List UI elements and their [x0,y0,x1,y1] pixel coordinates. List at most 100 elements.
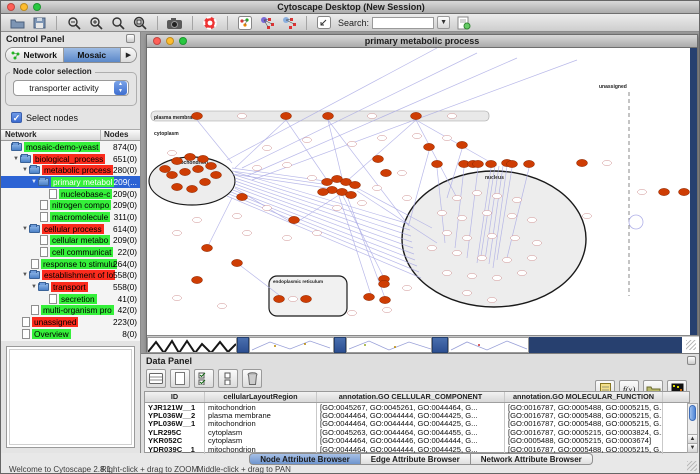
network-node[interactable] [350,181,361,188]
network-node-unselected[interactable] [218,303,227,308]
network-node-unselected[interactable] [233,213,242,218]
network-node-unselected[interactable] [283,162,292,167]
network-node[interactable] [185,153,196,160]
network-node-unselected[interactable] [283,235,292,240]
network-node-unselected[interactable] [583,213,592,218]
new-attribute-icon[interactable] [170,369,190,388]
network-node[interactable] [524,160,535,167]
network-node-unselected[interactable] [398,170,407,175]
network-node-unselected[interactable] [448,113,457,118]
help-icon[interactable] [202,15,218,30]
expand-arrow-icon[interactable]: ▼ [21,226,29,232]
network-node[interactable] [318,188,329,195]
tree-item-biological-process[interactable]: ▼biological_process651(0) [1,153,140,165]
network-edge[interactable] [343,196,384,278]
network-node[interactable] [364,293,375,300]
network-node-unselected[interactable] [373,185,382,190]
network-node[interactable] [411,112,422,119]
attribute-table-header[interactable]: IDcellularLayoutRegionannotation.GO CELL… [145,392,689,403]
network-node[interactable] [473,160,484,167]
tree-item-macromolecule[interactable]: macromolecule311(0) [1,211,140,223]
network-node[interactable] [167,171,178,178]
select-attributes-icon[interactable] [146,369,166,388]
tab-node-attribute-browser[interactable]: Node Attribute Browser [249,453,361,465]
expand-arrow-icon[interactable]: ▼ [21,167,29,173]
expand-arrow-icon[interactable]: ▼ [30,179,38,185]
network-node-unselected[interactable] [313,230,322,235]
network-node-unselected[interactable] [508,213,517,218]
import-icon[interactable] [316,15,332,30]
network-node-unselected[interactable] [263,205,272,210]
tree-item-overview[interactable]: Overview8(0) [1,328,140,340]
network-node[interactable] [192,112,203,119]
network-node-unselected[interactable] [193,217,202,222]
window-resize-corner[interactable] [682,337,699,353]
node-color-dropdown[interactable]: transporter activity ▲▼ [13,80,129,96]
network-node[interactable] [679,188,690,195]
network-node[interactable] [180,168,191,175]
network-node-unselected[interactable] [463,290,472,295]
network-node[interactable] [323,112,334,119]
minimized-window-fragment[interactable] [448,337,529,353]
network-node[interactable] [373,155,384,162]
tab-network[interactable]: Network [6,48,64,62]
tree-item-cell-communicat[interactable]: cell communicat22(0) [1,246,140,258]
network-edge[interactable] [233,190,415,260]
float-panel-icon[interactable] [126,34,135,43]
network-node-unselected[interactable] [513,197,522,202]
network-node[interactable] [281,112,292,119]
tab-overflow-arrow[interactable]: ▶ [121,48,136,62]
network-edge[interactable] [242,53,477,168]
network-node-unselected[interactable] [488,297,497,302]
network-node[interactable] [206,162,217,169]
network-node-unselected[interactable] [428,245,437,250]
tree-header-nodes[interactable]: Nodes [101,130,140,140]
tree-item-unassigned[interactable]: unassigned223(0) [1,316,140,328]
float-panel-icon[interactable] [687,356,696,365]
network-node[interactable] [187,185,198,192]
network-edge[interactable] [235,172,409,224]
tree-item-response-to-stimulu[interactable]: response to stimulu264(0) [1,258,140,270]
network-node[interactable] [202,244,213,251]
tree-item-primary-metabol[interactable]: ▼primary metabol209(... [1,176,140,188]
network-node-unselected[interactable] [603,160,612,165]
network-node[interactable] [507,160,518,167]
zoom-selected-icon[interactable] [110,15,126,30]
tab-network-attribute-browser[interactable]: Network Attribute Browser [471,453,593,465]
network-node-unselected[interactable] [453,195,462,200]
network-node[interactable] [232,259,243,266]
snapshot-icon[interactable] [167,15,183,30]
tab-mosaic[interactable]: Mosaic [64,48,122,62]
network-node[interactable] [193,165,204,172]
network-node-unselected[interactable] [493,193,502,198]
network-edge[interactable] [227,196,421,278]
tree-item-nitrogen-compo[interactable]: nitrogen compo209(0) [1,199,140,211]
network-edge[interactable] [207,198,232,248]
network-node-unselected[interactable] [518,270,527,275]
network-node-unselected[interactable] [443,270,452,275]
network-edge[interactable] [227,48,437,160]
new-network-icon[interactable] [456,15,472,30]
tree-item-secretion[interactable]: secretion41(0) [1,293,140,305]
network-node-unselected[interactable] [493,275,502,280]
column-header-empty[interactable] [663,392,689,402]
network-node-unselected[interactable] [243,230,252,235]
network-node[interactable] [322,178,333,185]
minimized-window-titlebar[interactable] [237,337,249,353]
network-node[interactable] [379,280,390,287]
select-nodes-checkbox[interactable]: ✓ [11,112,22,123]
app-resize-grip[interactable] [687,461,697,471]
network-node-unselected[interactable] [453,250,462,255]
search-dropdown-arrow[interactable]: ▼ [437,16,450,29]
network-canvas[interactable]: plasma membrane cytoplasm mitochondrion … [147,48,692,335]
column-header-cellularlayoutregion[interactable]: cellularLayoutRegion [205,392,317,402]
network-node[interactable] [432,160,443,167]
network-node-unselected[interactable] [308,175,317,180]
network-node[interactable] [274,295,285,302]
network-node-unselected[interactable] [503,257,512,262]
select-all-icon[interactable] [194,369,214,388]
select-nodes-option[interactable]: ✓ Select nodes [11,112,78,123]
network-node[interactable] [192,276,203,283]
network-node-unselected[interactable] [443,230,452,235]
network-node-unselected[interactable] [289,296,298,301]
